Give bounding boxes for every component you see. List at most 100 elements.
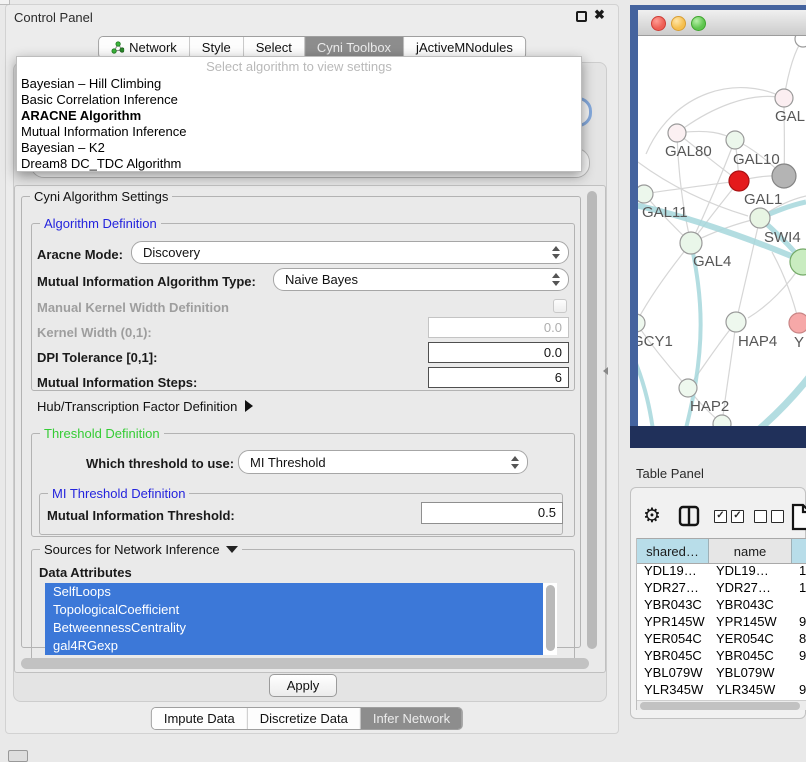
dpi-tolerance-field[interactable]: 0.0	[428, 342, 569, 363]
list-scrollbar[interactable]	[546, 585, 555, 651]
network-view-canvas[interactable]: GALGAL80GAL10GAL1GAL11SWI4GAL4GCY1HAP4YH…	[638, 36, 806, 426]
manual-kernel-width-checkbox[interactable]	[553, 299, 567, 313]
tab-infer-network[interactable]: Infer Network	[361, 708, 462, 729]
table-horizontal-scrollbar[interactable]	[640, 702, 800, 710]
algorithm-option[interactable]: Basic Correlation Inference	[17, 92, 581, 108]
network-node[interactable]	[772, 164, 796, 188]
tab-jactivemnodules[interactable]: jActiveMNodules	[404, 37, 525, 58]
aracne-mode-combobox[interactable]: Discovery	[131, 241, 569, 264]
network-window-titlebar[interactable]	[638, 10, 806, 36]
data-attribute-item[interactable]: SelfLoops	[45, 583, 543, 601]
network-node[interactable]	[713, 415, 731, 426]
tab-impute-data-label: Impute Data	[164, 711, 235, 726]
hub-definition-expander[interactable]: Hub/Transcription Factor Definition	[37, 399, 253, 414]
control-panel-title: Control Panel	[14, 10, 93, 25]
network-node-gal10[interactable]	[726, 131, 744, 149]
network-graph[interactable]: GALGAL80GAL10GAL1GAL11SWI4GAL4GCY1HAP4YH…	[638, 36, 806, 426]
network-node[interactable]	[795, 36, 806, 47]
mi-threshold-definition-title: MI Threshold Definition	[48, 486, 189, 501]
network-node-swi4[interactable]	[750, 208, 770, 228]
algorithm-option[interactable]: Bayesian – K2	[17, 140, 581, 156]
tab-select[interactable]: Select	[244, 37, 305, 58]
table-row[interactable]: YBR043CYBR043C	[637, 596, 806, 613]
data-attribute-item[interactable]: gal4RGexp	[45, 637, 543, 655]
unchecked-box-icon	[771, 510, 784, 523]
checked-box-icon: ✓	[731, 510, 744, 523]
new-table-icon[interactable]	[790, 503, 806, 531]
table-cell: YPR145W	[709, 613, 792, 630]
tab-impute-data[interactable]: Impute Data	[152, 708, 248, 729]
network-node-gal4[interactable]	[680, 232, 702, 254]
network-node-y[interactable]	[789, 313, 806, 333]
data-attribute-item[interactable]: BetweennessCentrality	[45, 619, 543, 637]
kernel-width-field[interactable]: 0.0	[428, 317, 569, 338]
network-node-gal[interactable]	[775, 89, 793, 107]
algorithm-option[interactable]: Mutual Information Inference	[17, 124, 581, 140]
table-row[interactable]: YPR145WYPR145W9.	[637, 613, 806, 630]
algorithm-option[interactable]: Bayesian – Hill Climbing	[17, 76, 581, 92]
data-attributes-items: SelfLoopsTopologicalCoefficientBetweenne…	[45, 583, 543, 655]
table-cell: YBR043C	[637, 596, 709, 613]
network-node-gal1[interactable]	[729, 171, 749, 191]
tab-style[interactable]: Style	[190, 37, 244, 58]
algorithm-popup-prompt: Select algorithm to view settings	[17, 57, 581, 76]
network-node-gal80[interactable]	[668, 124, 686, 142]
panel-collapse-arrow-icon[interactable]	[603, 367, 608, 375]
mi-steps-field[interactable]: 6	[428, 367, 569, 388]
table-row[interactable]: YER054CYER054C8.	[637, 630, 806, 647]
gear-icon[interactable]: ⚙	[643, 503, 661, 528]
mi-threshold-field[interactable]: 0.5	[421, 502, 563, 524]
table-cell: 9.	[792, 647, 806, 664]
float-window-icon[interactable]	[576, 11, 587, 22]
combo-stepper-icon	[511, 456, 519, 469]
table-cell: YLR345W	[709, 681, 792, 698]
data-attributes-list[interactable]: SelfLoopsTopologicalCoefficientBetweenne…	[45, 583, 557, 655]
apply-button[interactable]: Apply	[269, 674, 337, 697]
column-header-name[interactable]: name	[709, 539, 792, 563]
tab-network[interactable]: Network	[99, 37, 190, 58]
column-header-A[interactable]: A	[792, 539, 806, 563]
tab-cyni-toolbox[interactable]: Cyni Toolbox	[305, 37, 404, 58]
table-row[interactable]: YDR27…YDR27…12	[637, 579, 806, 596]
mi-steps-label: Mutual Information Steps:	[37, 375, 197, 390]
table-row[interactable]: YBR045CYBR045C9.	[637, 647, 806, 664]
table-cell: YDR27…	[709, 579, 792, 596]
data-attribute-item[interactable]: TopologicalCoefficient	[45, 601, 543, 619]
select-columns-icon[interactable]: ✓ ✓	[714, 510, 744, 523]
tab-infer-network-label: Infer Network	[373, 711, 450, 726]
screen: Control Panel ✖ Network Style Select	[0, 0, 806, 762]
zoom-traffic-light-icon[interactable]	[691, 16, 706, 31]
table-cell: YDL19…	[709, 562, 792, 579]
mi-algorithm-type-combobox[interactable]: Naive Bayes	[273, 268, 569, 291]
algorithm-option[interactable]: ARACNE Algorithm	[17, 108, 581, 124]
network-node-label: GAL11	[642, 204, 688, 221]
network-edge	[644, 181, 739, 194]
table-row[interactable]: YDL19…YDL19…13	[637, 562, 806, 579]
settings-vertical-scrollbar[interactable]	[587, 191, 597, 649]
table-row[interactable]: YLR345WYLR345W9.	[637, 681, 806, 698]
split-panel-icon[interactable]	[678, 505, 700, 527]
algorithm-option[interactable]: Dream8 DC_TDC Algorithm	[17, 156, 581, 172]
data-attributes-label: Data Attributes	[39, 565, 132, 580]
table-cell: 12	[792, 579, 806, 596]
tab-discretize-data[interactable]: Discretize Data	[248, 708, 361, 729]
settings-horizontal-scrollbar[interactable]	[21, 658, 589, 669]
close-traffic-light-icon[interactable]	[651, 16, 666, 31]
unselect-columns-icon[interactable]	[754, 510, 784, 523]
column-header-shared…[interactable]: shared…	[637, 539, 709, 563]
table-cell: 13	[792, 562, 806, 579]
minimize-traffic-light-icon[interactable]	[671, 16, 686, 31]
table-row[interactable]: YBL079WYBL079W	[637, 664, 806, 681]
network-node-gal11[interactable]	[638, 185, 653, 203]
network-node-hap2[interactable]	[679, 379, 697, 397]
sources-title[interactable]: Sources for Network Inference	[40, 542, 242, 557]
cyni-settings-scrollpane: Cyni Algorithm Settings Algorithm Defini…	[14, 185, 606, 673]
network-edge	[638, 354, 656, 426]
which-threshold-combobox[interactable]: MI Threshold	[238, 450, 528, 474]
network-node-label: GAL1	[744, 191, 782, 208]
network-node-hap4[interactable]	[726, 312, 746, 332]
network-node-gcy1[interactable]	[638, 314, 645, 332]
minimized-tab-icon[interactable]	[8, 750, 28, 762]
table-cell: YBL079W	[637, 664, 709, 681]
network-node-label: GAL80	[665, 143, 712, 160]
